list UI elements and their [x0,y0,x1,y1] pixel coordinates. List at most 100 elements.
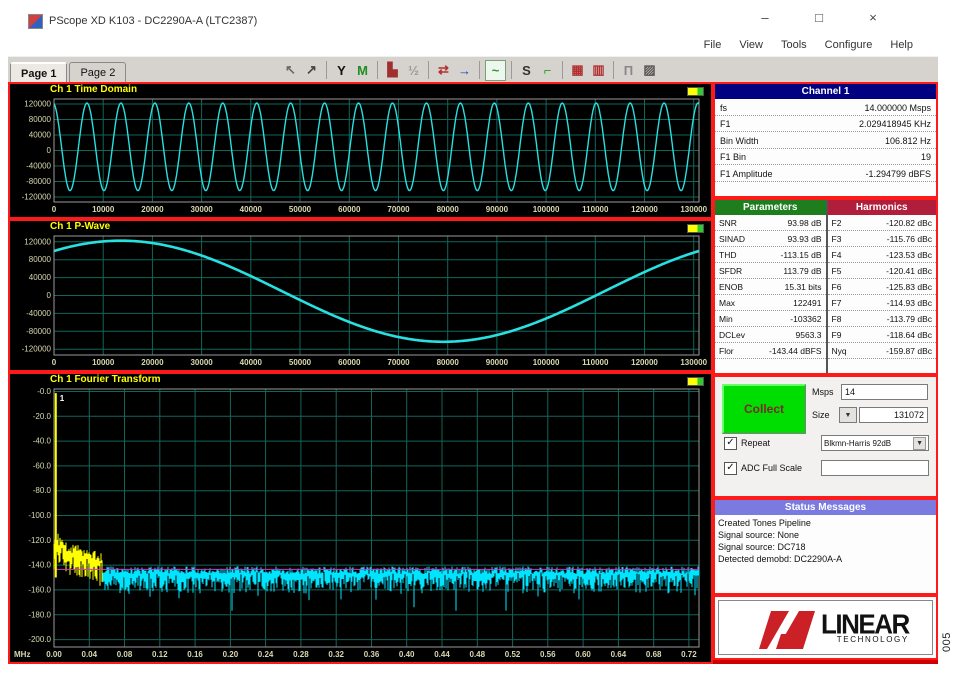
svg-text:20000: 20000 [141,358,164,367]
region-icon[interactable]: ⌐ [538,61,557,80]
menu-file[interactable]: File [695,37,731,53]
parameter-row: Min -103362 [715,311,826,327]
window-title: PScope XD K103 - DC2290A-A (LTC2387) [49,15,258,27]
menu-configure[interactable]: Configure [816,37,882,53]
close-button[interactable]: × [863,10,883,25]
menu-view[interactable]: View [730,37,772,53]
p-wave-panel: Ch 1 P-Wave 120000 80000 40000 0 -40000 -8000… [8,219,713,372]
p-wave-chart[interactable]: 12000080000400000-40000-80000-1200000 100… [10,232,711,368]
parameter-row: SNR 93.98 dB [715,215,826,231]
collapse-x-icon[interactable]: ⇄ [434,61,453,80]
status-line: Signal source: DC718 [718,542,806,552]
repeat-checkbox[interactable]: ✓ [724,437,737,450]
minimize-button[interactable]: – [755,10,775,25]
fourier-chart[interactable]: -0.0 -20.0 -40.0 -60.0 -80.0 -100.0 -120.0 -140… [10,385,711,660]
status-line: Created Tones Pipeline [718,518,811,528]
svg-text:50000: 50000 [289,205,312,214]
svg-text:0.36: 0.36 [364,650,380,659]
parameter-row: ENOB 15.31 bits [715,279,826,295]
svg-text:0.12: 0.12 [152,650,168,659]
repeat-label: Repeat [741,438,771,448]
svg-text:60000: 60000 [338,358,361,367]
plots-column: Ch 1 Time Domain 120000 80000 40000 0 -40000… [8,82,713,664]
svg-text:-120000: -120000 [22,345,52,354]
svg-text:-80.0: -80.0 [33,486,52,495]
svg-text:130000: 130000 [680,205,707,214]
collect-button[interactable]: Collect [722,384,806,434]
adc-full-scale-input[interactable] [821,460,929,476]
export-plot-icon[interactable]: ▨ [640,61,659,80]
channel-row: Bin Width 106.812 Hz [715,132,936,149]
parameter-row: SFDR 113.79 dB [715,263,826,279]
p-wave-title: Ch 1 P-Wave [50,221,111,232]
menu-help[interactable]: Help [881,37,922,53]
time-domain-chart[interactable]: 12000080000400000-40000-80000-1200000 100… [10,95,711,215]
svg-text:1: 1 [60,394,65,403]
bar-chart-icon[interactable]: ▙ [383,61,402,80]
svg-text:30000: 30000 [190,205,213,214]
svg-text:110000: 110000 [582,205,609,214]
parameters-header: Parameters [715,200,826,215]
svg-text:90000: 90000 [486,205,509,214]
svg-text:60000: 60000 [338,205,361,214]
tab-page-2[interactable]: Page 2 [69,62,127,83]
parameter-row: DCLev 9563.3 [715,327,826,343]
advance-icon[interactable]: → [455,61,474,80]
maximize-button[interactable]: □ [809,10,829,25]
svg-text:0.64: 0.64 [611,650,627,659]
svg-text:100000: 100000 [533,358,560,367]
svg-text:0: 0 [52,358,57,367]
y-scale-icon[interactable]: Y [332,61,351,80]
menu-tools[interactable]: Tools [772,37,816,53]
tab-page-1[interactable]: Page 1 [10,62,68,83]
size-dropdown-icon[interactable]: ▼ [839,407,857,423]
toolbar: ↖ ↗ Y M ▙ ½ ⇄ → ~ S ⌐ ▦ ▥ Π ▨ [280,59,660,81]
svg-text:110000: 110000 [582,358,609,367]
svg-text:MHz: MHz [14,650,30,659]
svg-text:-120.0: -120.0 [28,536,51,545]
figure-number: 005 [941,632,953,652]
signal-path-icon[interactable]: ~ [485,59,506,81]
parameter-row: Max 122491 [715,295,826,311]
size-label: Size [812,410,830,420]
window-function-select[interactable]: Blkmn-Harris 92dB ▼ [821,435,929,451]
size-value[interactable]: 131072 [859,407,928,423]
channel-row: fs 14.000000 Msps [715,99,936,116]
svg-text:0.60: 0.60 [575,650,591,659]
msps-label: Msps [812,387,834,397]
overlay-icon[interactable]: ▦ [568,61,587,80]
chevron-down-icon: ▼ [913,436,926,450]
svg-text:-140.0: -140.0 [28,561,51,570]
adc-full-scale-label: ADC Full Scale [741,463,803,473]
harmonic-row: F3 -115.76 dBc [827,231,936,247]
select-tool-icon[interactable]: ↗ [302,61,321,80]
toolbar-separator [479,61,480,79]
toolbar-separator [428,61,429,79]
svg-text:40000: 40000 [240,358,263,367]
parameter-row: THD -113.15 dB [715,247,826,263]
svg-text:-160.0: -160.0 [28,585,51,594]
histogram-icon[interactable]: M [353,61,372,80]
svg-text:0.44: 0.44 [434,650,450,659]
layers-icon[interactable]: ▥ [589,61,608,80]
svg-text:-200.0: -200.0 [28,635,51,644]
pulse-icon[interactable]: Π [619,61,638,80]
half-scale-icon[interactable]: ½ [404,61,423,80]
svg-text:40000: 40000 [29,131,52,140]
channel-row: F1 Bin 19 [715,149,936,165]
time-domain-title: Ch 1 Time Domain [50,84,138,95]
rotate-icon[interactable]: S [517,61,536,80]
svg-text:120000: 120000 [631,205,658,214]
collect-section: Collect Msps Size ▼ 131072 ✓ Repeat Blkm… [713,375,938,498]
main-content: Ch 1 Time Domain 120000 80000 40000 0 -40000… [8,82,938,664]
svg-text:100000: 100000 [533,205,560,214]
svg-text:-80000: -80000 [26,327,51,336]
svg-text:0: 0 [47,291,52,300]
svg-text:-60.0: -60.0 [33,461,52,470]
adc-full-scale-checkbox[interactable]: ✓ [724,462,737,475]
msps-input[interactable] [841,384,928,400]
harmonic-row: F6 -125.83 dBc [827,279,936,295]
pan-tool-icon[interactable]: ↖ [281,61,300,80]
svg-text:0.16: 0.16 [187,650,203,659]
time-domain-panel: Ch 1 Time Domain 120000 80000 40000 0 -40000… [8,82,713,219]
